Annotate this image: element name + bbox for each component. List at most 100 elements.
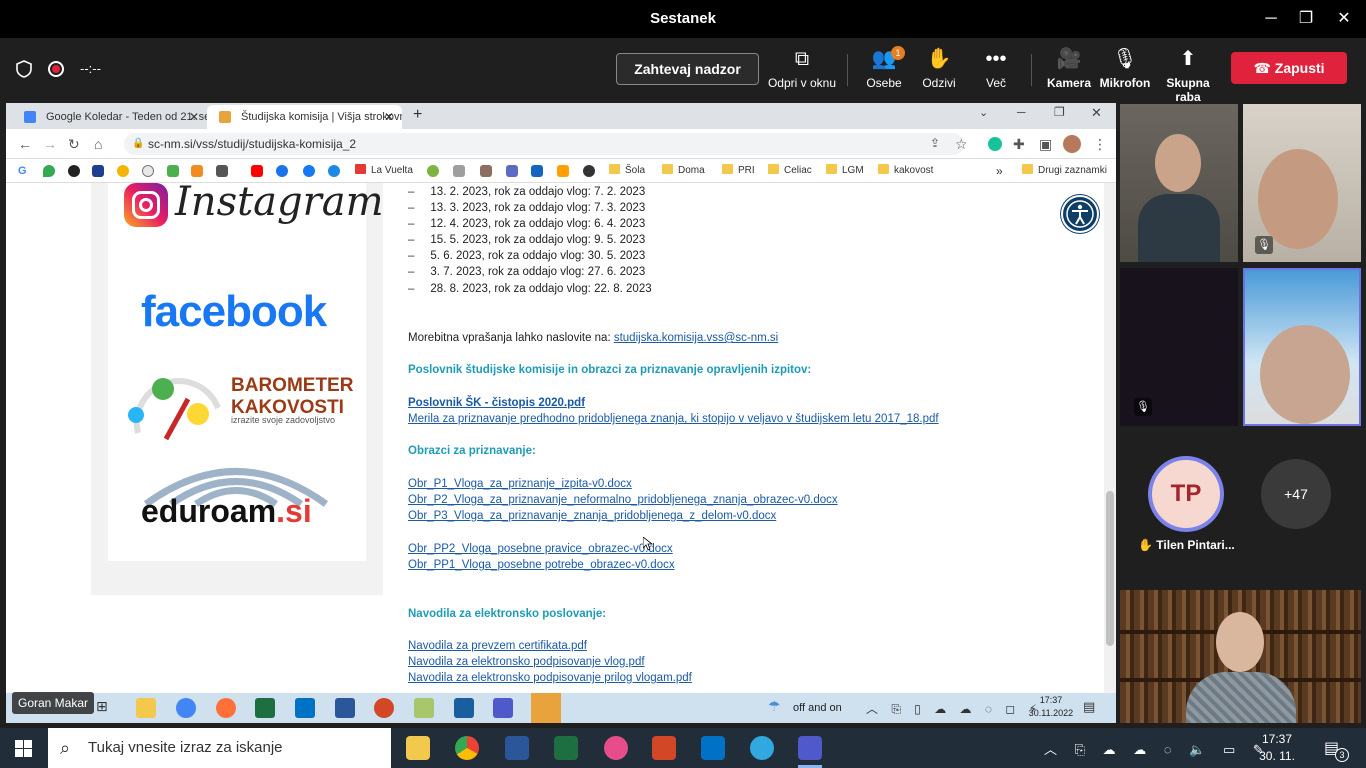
bookmark-icon[interactable] (480, 165, 492, 177)
criteria-link[interactable]: Merila za priznavanje predhodno pridoblj… (408, 413, 939, 425)
scrollbar-thumb[interactable] (1106, 491, 1114, 646)
bookmark-icon[interactable] (328, 165, 340, 177)
word-icon[interactable] (335, 698, 355, 718)
video-tile[interactable]: 🎙 (1120, 268, 1238, 426)
file-explorer-icon[interactable] (136, 698, 156, 718)
bookmarks-overflow-icon[interactable]: » (996, 164, 1003, 178)
teams-icon[interactable] (493, 698, 513, 718)
page-scrollbar[interactable] (1104, 183, 1116, 693)
guide-link[interactable]: Navodila za elektronsko podpisovanje vlo… (408, 656, 645, 668)
bookmark-star-icon[interactable]: ☆ (955, 136, 968, 153)
bookmark-icon[interactable] (167, 165, 179, 177)
powerpoint-icon[interactable] (374, 698, 394, 718)
bookmark-icon[interactable] (68, 165, 80, 177)
outlook-icon[interactable] (701, 736, 725, 760)
share-button[interactable]: ⬆ Skupna raba (1153, 46, 1223, 104)
maximize-icon[interactable]: ❐ (1291, 8, 1321, 30)
bookmark-icon[interactable] (557, 165, 569, 177)
new-tab-icon[interactable]: + (413, 106, 422, 124)
bookmark-folder-other[interactable]: Drugi zaznamki (1022, 164, 1107, 178)
bookmark-icon[interactable] (506, 165, 518, 177)
extensions-icon[interactable]: ✚ (1013, 136, 1025, 153)
browser-restore-icon[interactable]: ❐ (1054, 105, 1065, 119)
inner-clock[interactable]: 17:37 30.11.2022 (1026, 694, 1076, 720)
video-tile[interactable] (1120, 590, 1361, 723)
form-link[interactable]: Obr_PP1_Vloga_posebne potrebe_obrazec-v0… (408, 559, 675, 571)
sidepanel-icon[interactable]: ▣ (1039, 136, 1052, 153)
video-tile[interactable] (1120, 104, 1238, 262)
forward-icon[interactable]: → (43, 136, 57, 152)
security-app-icon[interactable] (531, 693, 561, 723)
bookmark-folder-kakovost[interactable]: kakovost (878, 164, 933, 178)
form-link[interactable]: Obr_P2_Vloga_za_priznavanje_neformalno_p… (408, 494, 838, 506)
facebook-logo[interactable]: facebook (141, 287, 327, 337)
bookmark-folder-sola[interactable]: Šola (609, 164, 645, 178)
more-participants-button[interactable]: +47 (1261, 459, 1331, 529)
tab-studijska-komisija[interactable]: Študijska komisija | Višja strokovn ✕ (207, 105, 402, 129)
bookmark-icon[interactable] (453, 165, 465, 177)
maps-icon[interactable] (43, 165, 55, 177)
minimize-icon[interactable]: ─ (1256, 8, 1286, 30)
contact-email-link[interactable]: studijska.komisija.vss@sc-nm.si (614, 332, 778, 344)
leave-button[interactable]: ☎ Zapusti (1231, 52, 1347, 84)
firefox-icon[interactable] (216, 698, 236, 718)
teams-icon[interactable] (798, 736, 822, 760)
tab-close-icon[interactable]: ✕ (384, 105, 394, 129)
tab-google-calendar[interactable]: Google Koledar - Teden od 21. se ✕ (12, 105, 207, 129)
reload-icon[interactable]: ↻ (68, 136, 80, 153)
attendee-avatar[interactable]: TP (1148, 456, 1224, 532)
bookmark-icon[interactable] (276, 165, 288, 177)
video-tile[interactable]: 🎙 (1243, 104, 1361, 262)
snip-icon[interactable] (604, 736, 628, 760)
barometer-logo[interactable]: BAROMETER KAKOVOSTI (231, 375, 353, 419)
bookmark-icon[interactable] (142, 165, 154, 177)
video-tile-active-speaker[interactable] (1243, 268, 1361, 426)
rules-link[interactable]: Poslovnik ŠK - čistopis 2020.pdf (408, 397, 585, 409)
google-icon[interactable]: G (18, 165, 30, 177)
weather-text[interactable]: off and on (793, 702, 842, 714)
url-field[interactable]: 🔒 sc-nm.si/vss/studij/studijska-komisija… (124, 133, 964, 155)
edge-icon[interactable] (750, 736, 774, 760)
back-icon[interactable]: ← (18, 136, 32, 152)
bookmark-folder-celiac[interactable]: Celiac (768, 164, 812, 178)
profile-avatar[interactable] (1063, 135, 1081, 153)
task-view-icon[interactable]: ⊞ (96, 698, 116, 718)
taskbar-clock[interactable]: 17:37 30. 11. 2022 (1245, 731, 1309, 768)
paint-icon[interactable] (414, 698, 434, 718)
form-link[interactable]: Obr_P1_Vloga_za_priznanje_izpita-v0.docx (408, 478, 632, 490)
excel-icon[interactable] (255, 698, 275, 718)
file-explorer-icon[interactable] (406, 736, 430, 760)
bookmark-folder-pri[interactable]: PRI (722, 164, 755, 178)
tab-close-icon[interactable]: ✕ (189, 105, 199, 129)
bookmark-icon[interactable] (191, 165, 203, 177)
eduroam-logo[interactable]: eduroam.si (141, 493, 312, 530)
word-icon[interactable] (505, 736, 529, 760)
bookmark-icon[interactable] (531, 165, 543, 177)
chrome-icon[interactable] (176, 698, 196, 718)
form-link[interactable]: Obr_PP2_Vloga_posebne pravice_obrazec-v0… (408, 543, 673, 555)
guide-link[interactable]: Navodila za elektronsko podpisovanje pri… (408, 672, 692, 684)
guide-link[interactable]: Navodila za prevzem certifikata.pdf (408, 640, 587, 652)
instagram-logo-text[interactable]: Instagram (175, 183, 384, 225)
more-button[interactable]: ••• Več (961, 46, 1031, 90)
inner-notification-icon[interactable]: ▤ (1083, 699, 1095, 715)
clock-icon[interactable] (583, 165, 595, 177)
youtube-icon[interactable] (251, 165, 263, 177)
popout-button[interactable]: ⧉ Odpri v oknu (766, 46, 838, 90)
form-link[interactable]: Obr_P3_Vloga_za_priznavanje_znanja_prido… (408, 510, 776, 522)
grammarly-icon[interactable] (988, 137, 1002, 151)
close-icon[interactable]: ✕ (1329, 8, 1359, 30)
system-tray-icons[interactable]: ︿ ⎘ ▯ ☁ ☁ ◌ ◻ ⚡ (866, 700, 1042, 717)
windows-start-icon[interactable] (15, 740, 32, 757)
accessibility-button[interactable] (1061, 195, 1099, 233)
bookmark-la-vuelta[interactable]: La Vuelta (355, 164, 413, 178)
browser-close-icon[interactable]: ✕ (1091, 105, 1102, 121)
home-icon[interactable]: ⌂ (94, 136, 102, 152)
share-page-icon[interactable]: ⇪ (930, 136, 940, 150)
powerpoint-icon[interactable] (652, 736, 676, 760)
request-control-button[interactable]: Zahtevaj nadzor (616, 53, 759, 85)
taskbar-search-box[interactable]: ⌕ Tukaj vnesite izraz za iskanje (48, 728, 391, 768)
system-tray-icons[interactable]: ︿ ⎘ ☁ ☁ ◌ 🔈 ▭ ✎ (1044, 739, 1271, 758)
excel-icon[interactable] (554, 736, 578, 760)
bookmark-folder-lgm[interactable]: LGM (826, 164, 864, 178)
